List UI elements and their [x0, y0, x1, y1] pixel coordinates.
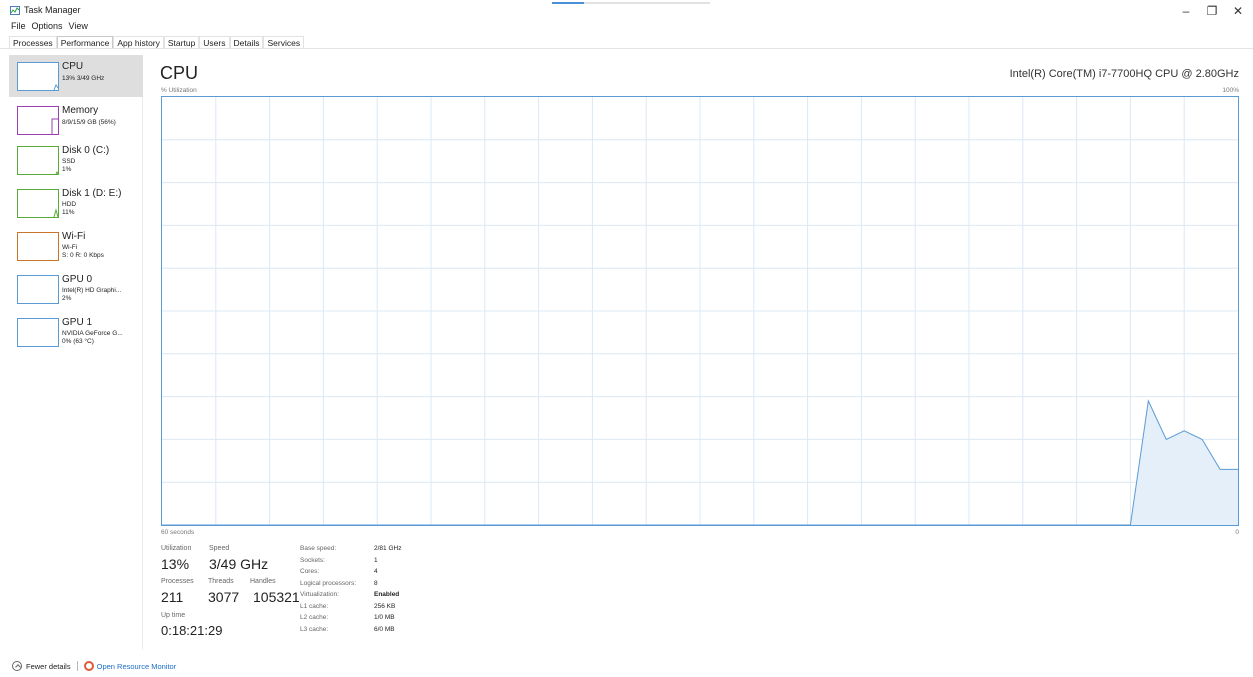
speed-label: Speed — [209, 545, 230, 552]
spec-key-l1-cache: L1 cache: — [300, 603, 329, 610]
spec-key-l2-cache: L2 cache: — [300, 614, 329, 621]
spec-val-l1-cache: 256 KB — [374, 603, 396, 610]
tab-processes[interactable]: Processes — [9, 36, 57, 48]
threads-value: 3077 — [208, 589, 240, 605]
sidebar-item-title: Wi-Fi — [62, 231, 86, 242]
sidebar-item-detail: Intel(R) HD Graphi... — [62, 287, 122, 294]
sidebar-item-detail: SSD — [62, 158, 76, 165]
title-bar: Task Manager – ❐ ✕ — [0, 0, 1253, 22]
sidebar-item-title: CPU — [62, 61, 84, 72]
spec-val-sockets: 1 — [374, 557, 378, 564]
task-manager-icon — [10, 6, 20, 15]
footer-divider — [76, 661, 78, 671]
open-resource-monitor-link[interactable]: Open Resource Monitor — [97, 662, 177, 671]
sidebar-item-usage: 2% — [62, 295, 72, 302]
sidebar-item-gpu-1[interactable]: GPU 1 NVIDIA GeForce G... 0% (63 °C) — [9, 311, 143, 353]
gpu-1-thumbnail-graph — [17, 318, 59, 347]
menu-options[interactable]: Options — [32, 21, 63, 33]
chevron-up-icon[interactable] — [12, 661, 22, 671]
cpu-utilization-graph — [161, 96, 1239, 526]
menu-view[interactable]: View — [69, 21, 88, 33]
tab-users[interactable]: Users — [199, 36, 230, 48]
sidebar-item-cpu[interactable]: CPU 13% 3/49 GHz — [9, 55, 143, 97]
sidebar-item-detail: HDD — [62, 201, 77, 208]
threads-label: Threads — [208, 578, 234, 585]
spec-key-l3-cache: L3 cache: — [300, 626, 329, 633]
y-axis-max-label: 100% — [1222, 87, 1239, 94]
sidebar-item-usage: 11% — [62, 209, 75, 216]
sidebar-item-title: Memory — [62, 105, 99, 116]
disk-1-thumbnail-graph — [17, 189, 59, 218]
spec-val-cores: 4 — [374, 568, 378, 575]
speed-value: 3/49 GHz — [209, 556, 269, 572]
spec-val-base-speed: 2/81 GHz — [374, 545, 402, 552]
gpu-0-thumbnail-graph — [17, 275, 59, 304]
x-axis-left-label: 60 seconds — [161, 529, 195, 536]
wifi-thumbnail-graph — [17, 232, 59, 261]
sidebar-item-disk-0[interactable]: Disk 0 (C:) SSD 1% — [9, 139, 143, 181]
menu-file[interactable]: File — [11, 21, 26, 33]
spec-val-virtualization: Enabled — [374, 591, 400, 598]
spec-key-logical-processors: Logical processors: — [300, 580, 356, 587]
sidebar-item-usage: S: 0 R: 0 Kbps — [62, 252, 104, 259]
handles-value: 105321 — [253, 589, 300, 605]
tab-services[interactable]: Services — [263, 36, 305, 48]
spec-val-l3-cache: 6/0 MB — [374, 626, 395, 633]
footer-bar: Fewer details Open Resource Monitor — [12, 660, 176, 672]
disk-0-thumbnail-graph — [17, 146, 59, 175]
utilization-value: 13% — [161, 556, 190, 572]
cpu-thumbnail-graph — [17, 62, 59, 91]
sidebar-item-gpu-0[interactable]: GPU 0 Intel(R) HD Graphi... 2% — [9, 268, 143, 310]
window-title: Task Manager — [24, 5, 81, 15]
sidebar-item-wifi[interactable]: Wi-Fi Wi-Fi S: 0 R: 0 Kbps — [9, 225, 143, 267]
tab-performance[interactable]: Performance — [56, 36, 114, 48]
spec-val-l2-cache: 1/0 MB — [374, 614, 395, 621]
sidebar-item-title: Disk 0 (C:) — [62, 145, 110, 156]
sidebar-item-disk-1[interactable]: Disk 1 (D: E:) HDD 11% — [9, 182, 143, 224]
fewer-details-button[interactable]: Fewer details — [26, 662, 71, 671]
tab-app-history[interactable]: App history — [113, 36, 164, 48]
tab-details[interactable]: Details — [229, 36, 264, 48]
sidebar-item-memory[interactable]: Memory 8/9/15/9 GB (56%) — [9, 99, 143, 141]
progress-indicator — [552, 2, 584, 4]
graph-grid — [162, 97, 1238, 525]
spec-key-cores: Cores: — [300, 568, 320, 575]
processes-value: 211 — [161, 589, 184, 605]
sidebar-item-usage: 0% (63 °C) — [62, 338, 94, 345]
spec-key-sockets: Sockets: — [300, 557, 325, 564]
spec-val-logical-processors: 8 — [374, 580, 378, 587]
resource-monitor-icon — [83, 661, 94, 671]
sidebar-item-usage: 1% — [62, 166, 72, 173]
uptime-value: 0:18:21:29 — [161, 623, 223, 638]
spec-key-virtualization: Virtualization: — [300, 591, 339, 598]
handles-label: Handles — [250, 578, 276, 585]
memory-thumbnail-graph — [17, 106, 59, 135]
resource-sidebar: CPU 13% 3/49 GHz Memory 8/9/15/9 GB (56%… — [9, 55, 143, 650]
progress-track — [584, 2, 710, 4]
spec-key-base-speed: Base speed: — [300, 545, 337, 552]
tab-startup[interactable]: Startup — [163, 36, 200, 48]
restore-button[interactable]: ❐ — [1202, 3, 1222, 19]
x-axis-right-label: 0 — [1235, 529, 1239, 536]
sidebar-item-detail: 13% 3/49 GHz — [62, 75, 105, 82]
tabs-divider — [0, 48, 1253, 49]
sidebar-item-detail: NVIDIA GeForce G... — [62, 330, 123, 337]
utilization-label: Utilization — [161, 545, 192, 552]
sidebar-item-detail: Wi-Fi — [62, 244, 78, 251]
uptime-label: Up time — [161, 612, 186, 619]
sidebar-item-title: Disk 1 (D: E:) — [62, 188, 122, 199]
minimize-button[interactable]: – — [1176, 3, 1196, 19]
y-axis-label: % Utilization — [161, 87, 197, 94]
page-title: CPU — [160, 63, 199, 83]
sidebar-item-detail: 8/9/15/9 GB (56%) — [62, 119, 116, 126]
menu-bar: File Options View — [11, 21, 88, 33]
processes-label: Processes — [161, 578, 194, 585]
close-button[interactable]: ✕ — [1228, 3, 1248, 19]
sidebar-item-title: GPU 0 — [62, 274, 93, 285]
cpu-model-name: Intel(R) Core(TM) i7-7700HQ CPU @ 2.80GH… — [1009, 68, 1239, 80]
sidebar-item-title: GPU 1 — [62, 317, 93, 328]
